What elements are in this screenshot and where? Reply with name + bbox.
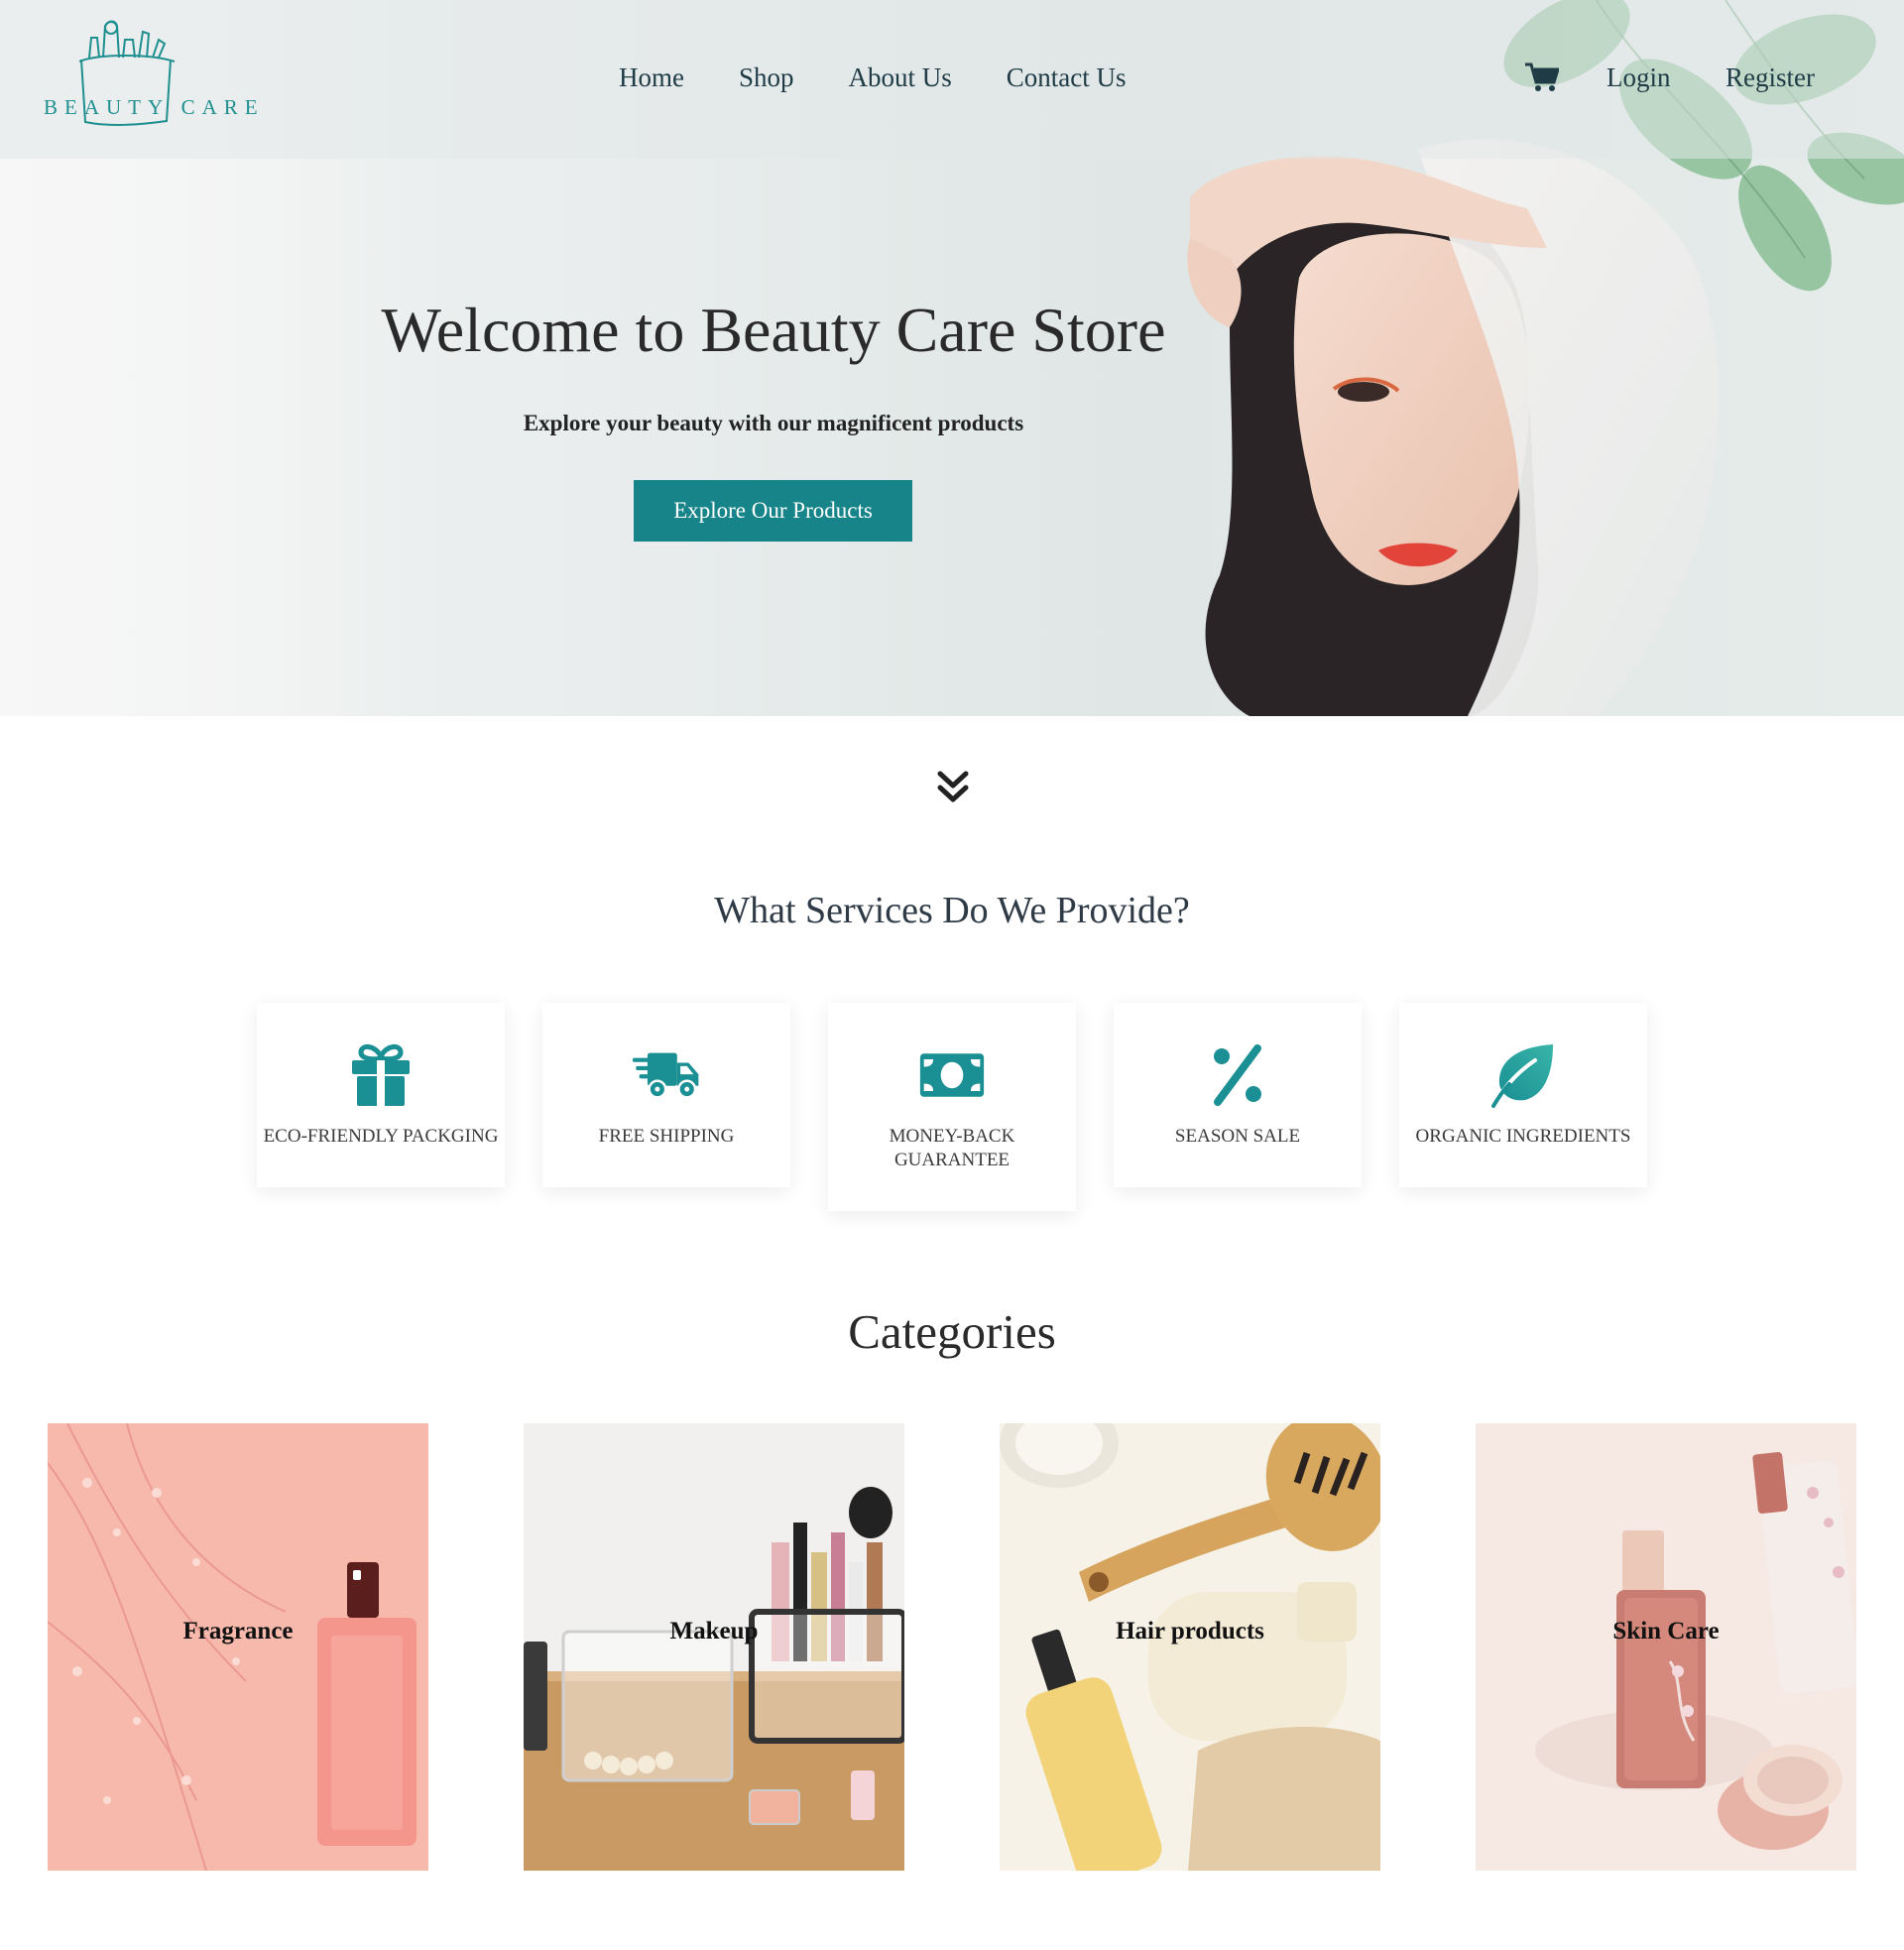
skin-care-image [1476,1423,1856,1871]
category-card-hair-products[interactable]: Hair products [1000,1423,1380,1871]
logo[interactable]: BEAUTY CARE [20,18,258,129]
nav-about-us[interactable]: About Us [849,62,952,93]
category-label: Skin Care [1612,1618,1720,1645]
login-link[interactable]: Login [1606,62,1671,93]
category-card-skin-care[interactable]: Skin Care [1476,1423,1856,1871]
service-label: FREE SHIPPING [598,1126,735,1147]
service-card: ECO-FRIENDLY PACKGING [257,1003,505,1187]
register-link[interactable]: Register [1726,62,1815,93]
percent-icon [1214,1044,1261,1106]
service-label: ECO-FRIENDLY PACKGING [263,1126,499,1147]
cart-icon[interactable] [1525,61,1559,93]
makeup-image [524,1423,904,1871]
service-card: MONEY-BACK GUARANTEE [828,1003,1076,1211]
service-label: SEASON SALE [1174,1126,1301,1147]
service-label: MONEY-BACK GUARANTEE [889,1126,1015,1170]
logo-text: BEAUTY CARE [44,95,265,119]
double-chevron-down-icon[interactable] [936,770,970,805]
main-nav: Home Shop About Us Contact Us [619,62,1181,93]
categories-title: Categories [848,1304,1056,1359]
leaf-icon [1491,1044,1553,1108]
truck-icon [633,1052,699,1099]
gift-icon [352,1044,410,1106]
navbar: BEAUTY CARE Home Shop About Us Contact U… [0,0,1904,159]
hero-title: Welcome to Beauty Care Store [381,295,1166,365]
nav-contact-us[interactable]: Contact Us [1007,62,1127,93]
hair-products-image [1000,1423,1380,1871]
category-card-fragrance[interactable]: Fragrance [48,1423,428,1871]
service-card: FREE SHIPPING [542,1003,790,1187]
category-label: Fragrance [182,1618,294,1645]
services-title: What Services Do We Provide? [714,890,1190,931]
category-card-makeup[interactable]: Makeup [524,1423,904,1871]
explore-products-button[interactable]: Explore Our Products [634,480,912,542]
service-card: ORGANIC INGREDIENTS [1399,1003,1647,1187]
hero-subtitle: Explore your beauty with our magnificent… [523,411,1024,435]
service-card: SEASON SALE [1114,1003,1362,1187]
category-label: Makeup [669,1618,759,1645]
category-label: Hair products [1116,1618,1264,1645]
service-label: ORGANIC INGREDIENTS [1415,1126,1631,1147]
fragrance-image [48,1423,428,1871]
money-icon [919,1053,985,1097]
nav-shop[interactable]: Shop [739,62,794,93]
nav-home[interactable]: Home [619,62,684,93]
